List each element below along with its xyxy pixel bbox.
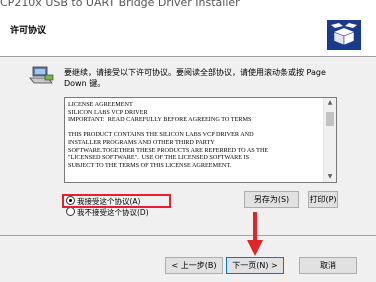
license-textbox[interactable]: LICENSE AGREEMENT SILICON LABS VCP DRIVE… [64, 97, 337, 183]
save-as-button[interactable]: 另存为(S) [244, 191, 299, 208]
accept-highlight-box [62, 194, 171, 208]
license-scrollbar[interactable]: ▲ ▼ [323, 98, 336, 182]
red-down-arrow-icon [247, 212, 263, 256]
license-text: LICENSE AGREEMENT SILICON LABS VCP DRIVE… [68, 101, 269, 169]
next-button[interactable]: 下一页(N) > [226, 257, 284, 274]
decline-radio-option[interactable]: 我不接受这个协议(D) [66, 207, 149, 218]
print-button[interactable]: 打印(P) [308, 191, 338, 208]
cancel-button[interactable]: 取消 [299, 257, 357, 274]
computer-disk-icon [29, 66, 54, 84]
scroll-up-icon[interactable]: ▲ [324, 98, 336, 108]
page-title: 许可协议 [10, 26, 47, 36]
installer-box-icon [327, 20, 361, 50]
decline-label: 我不接受这个协议(D) [77, 208, 149, 217]
back-button[interactable]: < 上一步(B) [165, 257, 223, 274]
scroll-down-icon[interactable]: ▼ [324, 172, 336, 182]
decline-radio-icon[interactable] [66, 207, 75, 216]
window-titlebar: CP210x USB to UART Bridge Driver Install… [0, 0, 376, 9]
footer-separator [0, 235, 376, 236]
wizard-header: 许可协议 [0, 9, 376, 57]
instruction-text: 要继续，请接受以下许可协议。要阅读全部协议，请使用滚动条或按 Page Down… [64, 68, 326, 88]
window-title: CP210x USB to UART Bridge Driver Install… [0, 0, 240, 9]
scroll-thumb[interactable] [326, 112, 334, 126]
